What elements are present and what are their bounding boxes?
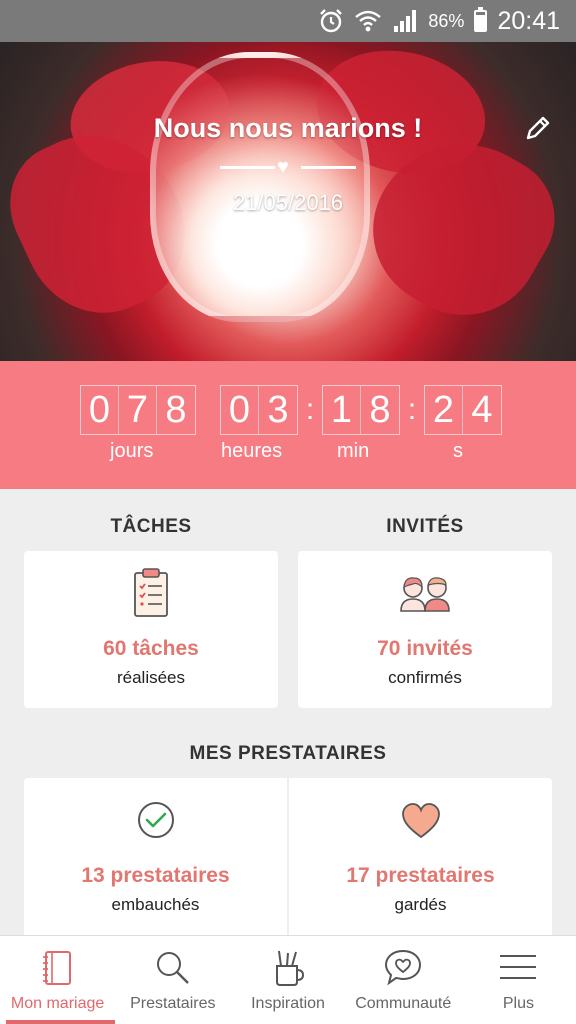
nav-mon-mariage[interactable]: Mon mariage	[0, 936, 116, 1024]
chat-heart-icon	[385, 949, 422, 986]
countdown-digit: 2	[425, 386, 463, 434]
vendors-section-title: MES PRESTATAIRES	[189, 743, 387, 764]
menu-icon	[500, 955, 537, 979]
countdown-digit: 0	[221, 386, 259, 434]
heart-divider: ♥	[220, 156, 356, 178]
countdown-label-days: jours	[110, 440, 154, 462]
countdown-hours: 0 3	[220, 385, 298, 435]
countdown-digit: 0	[81, 386, 119, 434]
countdown: 0 7 8 0 3 : 1 8 : 2 4	[0, 361, 576, 489]
countdown-label-seconds: s	[453, 440, 463, 462]
tasks-count: 60 tâches	[103, 637, 199, 660]
edit-pencil-icon[interactable]	[522, 112, 554, 144]
tasks-card[interactable]: 60 tâches réalisées	[24, 551, 278, 708]
check-circle-icon	[137, 802, 174, 838]
pencil-cup-icon	[276, 950, 305, 986]
nav-plus[interactable]: Plus	[461, 936, 576, 1024]
tasks-sub: réalisées	[116, 668, 186, 687]
countdown-digit: 1	[323, 386, 361, 434]
countdown-minutes: 1 8	[322, 385, 400, 435]
guests-count: 70 invités	[377, 637, 473, 660]
nav-inspiration[interactable]: Inspiration	[230, 936, 345, 1024]
search-icon	[156, 952, 189, 984]
countdown-digit: 7	[119, 386, 157, 434]
vendors-saved-count: 17 prestataires	[346, 864, 495, 887]
countdown-digit: 8	[165, 389, 187, 431]
hero-photo-candle	[150, 52, 370, 322]
vendors-hired-sub: embauchés	[111, 895, 200, 914]
nav-label: Prestataires	[130, 995, 216, 1012]
countdown-seconds: 2 4	[424, 385, 502, 435]
countdown-digit: 3	[267, 389, 289, 431]
countdown-separator: :	[407, 393, 417, 426]
wedding-title: Nous nous marions !	[153, 113, 423, 143]
status-bar: 86% 20:41	[0, 0, 576, 42]
countdown-separator: :	[305, 393, 315, 426]
countdown-label-hours: heures	[221, 440, 283, 462]
countdown-days: 0 7 8	[80, 385, 196, 435]
guests-sub: confirmés	[388, 668, 462, 687]
battery-percentage: 86%	[428, 10, 465, 31]
countdown-digit: 4	[471, 389, 493, 431]
alarm-icon	[320, 9, 343, 33]
heart-icon	[401, 803, 440, 839]
signal-icon	[394, 10, 417, 32]
nav-label: Inspiration	[251, 995, 325, 1012]
vendors-saved-card[interactable]: 17 prestataires gardés	[289, 778, 552, 938]
nav-communaute[interactable]: Communauté	[346, 936, 461, 1024]
heart-icon: ♥	[277, 156, 289, 178]
guests-card[interactable]: 70 invités confirmés	[298, 551, 552, 708]
countdown-digit: 8	[369, 389, 391, 431]
battery-icon	[474, 7, 488, 32]
vendors-saved-sub: gardés	[394, 895, 447, 914]
clipboard-checklist-icon	[134, 568, 168, 617]
wedding-date: 21/05/2016	[232, 190, 344, 215]
nav-label: Plus	[502, 995, 534, 1012]
vendors-hired-count: 13 prestataires	[81, 864, 230, 887]
guests-section-title: INVITÉS	[386, 516, 464, 537]
vendors-hired-card[interactable]: 13 prestataires embauchés	[24, 778, 287, 938]
tasks-section-title: TÂCHES	[110, 516, 192, 537]
nav-label: Mon mariage	[10, 995, 105, 1012]
bottom-navigation: Mon mariage Prestataires Inspiration Com…	[0, 935, 576, 1024]
nav-prestataires[interactable]: Prestataires	[115, 936, 230, 1024]
nav-label: Communauté	[355, 995, 452, 1012]
countdown-label-minutes: min	[337, 440, 370, 462]
clock: 20:41	[497, 6, 560, 35]
notebook-icon	[42, 951, 71, 985]
wifi-icon	[355, 10, 382, 32]
hero-banner: Nous nous marions ! ♥ 21/05/2016	[0, 42, 576, 361]
couple-guests-icon	[400, 577, 450, 612]
